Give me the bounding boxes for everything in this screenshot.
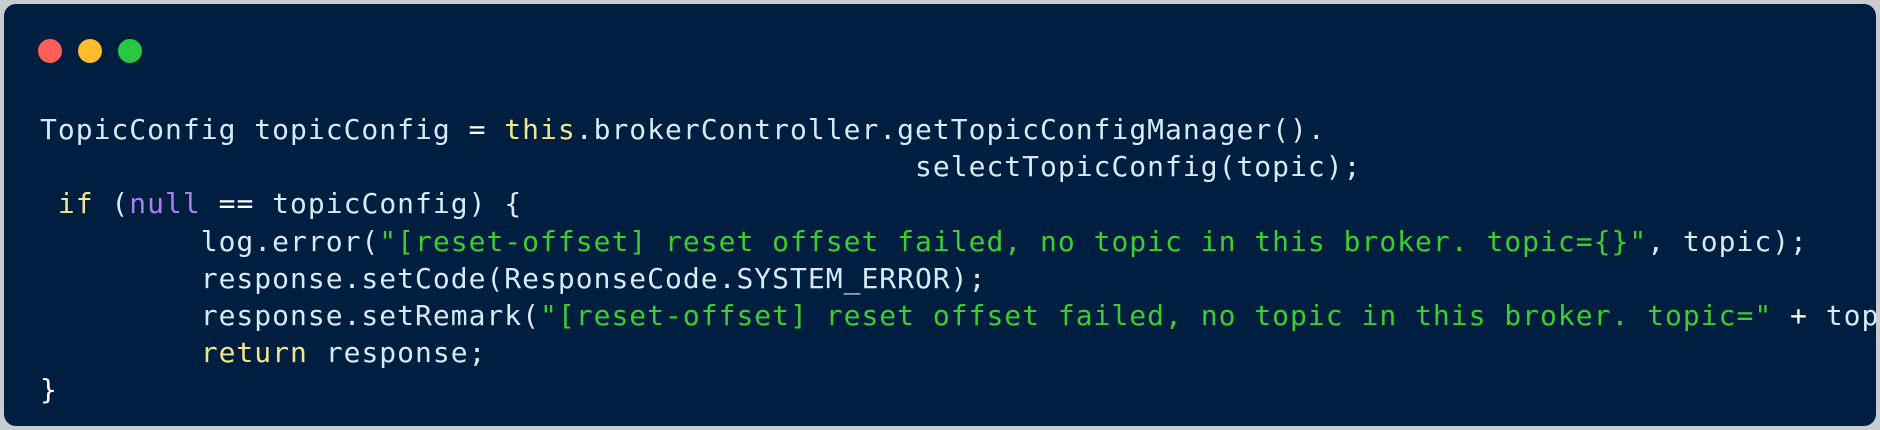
code-token-null-keyword: null bbox=[129, 187, 201, 221]
code-line: response.setCode(ResponseCode.SYSTEM_ERR… bbox=[40, 260, 1880, 297]
code-token-default: topicConfig) { bbox=[254, 187, 523, 221]
window-controls bbox=[38, 39, 142, 63]
code-line: TopicConfig topicConfig = this.brokerCon… bbox=[40, 111, 1880, 148]
code-token-default: response.setRemark( bbox=[40, 298, 541, 332]
code-token-default: ( bbox=[93, 187, 130, 221]
code-token-default bbox=[201, 187, 219, 220]
code-line: } bbox=[40, 371, 1880, 408]
maximize-dot-icon[interactable] bbox=[118, 39, 142, 63]
code-token-punctuation: } bbox=[40, 373, 58, 407]
code-token-default: log.error( bbox=[40, 224, 380, 258]
code-window: TopicConfig topicConfig = this.brokerCon… bbox=[4, 4, 1880, 426]
code-token-string: "[reset-offset] reset offset failed, no … bbox=[540, 298, 1773, 332]
code-token-default: .brokerController.getTopicConfigManager(… bbox=[575, 113, 1326, 146]
code-token-punctuation: = bbox=[468, 113, 487, 146]
code-token-default: , topic); bbox=[1647, 224, 1808, 258]
code-token-default bbox=[1772, 299, 1790, 332]
code-token-keyword: this bbox=[504, 113, 576, 146]
minimize-dot-icon[interactable] bbox=[78, 39, 102, 63]
code-line: if (null == topicConfig) { bbox=[40, 185, 1880, 222]
code-token-default: response; bbox=[307, 336, 487, 370]
code-token-punctuation: == bbox=[218, 187, 255, 221]
close-dot-icon[interactable] bbox=[38, 39, 62, 63]
code-line: response.setRemark("[reset-offset] reset… bbox=[40, 297, 1880, 334]
code-token-keyword: if bbox=[57, 187, 94, 221]
code-token-default bbox=[40, 187, 58, 220]
code-token-default: TopicConfig topicConfig bbox=[40, 113, 469, 146]
code-token-keyword: return bbox=[200, 336, 308, 370]
code-line: return response; bbox=[40, 334, 1880, 371]
code-token-default: topic); bbox=[1825, 298, 1880, 332]
code-token-default: response.setCode(ResponseCode.SYSTEM_ERR… bbox=[40, 261, 987, 295]
code-block: TopicConfig topicConfig = this.brokerCon… bbox=[40, 111, 1880, 409]
code-token-default bbox=[486, 113, 504, 146]
code-line: selectTopicConfig(topic); bbox=[40, 148, 1880, 185]
code-token-string: "[reset-offset] reset offset failed, no … bbox=[379, 224, 1648, 258]
code-line: log.error("[reset-offset] reset offset f… bbox=[40, 223, 1880, 260]
code-token-punctuation: + bbox=[1790, 298, 1808, 332]
code-token-default: selectTopicConfig(topic); bbox=[40, 150, 1362, 184]
code-token-default bbox=[40, 336, 201, 369]
